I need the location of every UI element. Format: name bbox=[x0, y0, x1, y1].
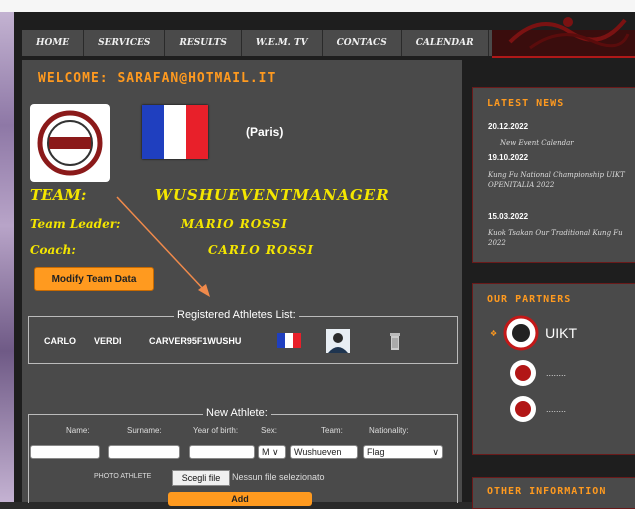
partner-name-2: ........ bbox=[546, 368, 567, 378]
coach-label: Coach: bbox=[30, 243, 76, 257]
sex-select[interactable]: M ∨ bbox=[258, 445, 286, 459]
leader-name: MARIO ROSSI bbox=[181, 217, 288, 231]
nav-calendar[interactable]: CALENDAR bbox=[402, 30, 489, 56]
news-text-1[interactable]: New Event Calendar bbox=[500, 138, 630, 148]
partner-name-1: UIKT bbox=[545, 325, 578, 341]
partner-2[interactable]: ........ bbox=[508, 358, 566, 388]
team-flag bbox=[142, 105, 208, 159]
name-label: Name: bbox=[66, 426, 90, 435]
team-field-label: Team: bbox=[321, 426, 343, 435]
main-nav: HOME SERVICES RESULTS W.E.M. TV CONTACS … bbox=[22, 30, 492, 56]
wem-logo-icon bbox=[37, 110, 103, 176]
year-label: Year of birth: bbox=[193, 426, 239, 435]
news-text-3[interactable]: Kuok Tsakan Our Traditional Kung Fu 2022 bbox=[488, 228, 630, 248]
chevron-down-icon: ∨ bbox=[432, 447, 439, 457]
sex-value: M bbox=[262, 447, 270, 457]
athlete-code: CARVER95F1WUSHU bbox=[149, 336, 242, 346]
file-status: Nessun file selezionato bbox=[232, 472, 325, 482]
welcome-email: SARAFAN@HOTMAIL.IT bbox=[117, 71, 277, 86]
surname-input[interactable] bbox=[108, 445, 180, 459]
choose-file-button[interactable]: Scegli file bbox=[172, 470, 230, 486]
modify-team-button[interactable]: Modify Team Data bbox=[34, 267, 154, 291]
add-athlete-button[interactable]: Add bbox=[168, 492, 312, 506]
nationality-value: Flag bbox=[367, 447, 385, 457]
team-logo bbox=[30, 104, 110, 182]
partner-logo-icon bbox=[510, 396, 536, 422]
flag-stripe-red bbox=[186, 105, 208, 159]
nav-results[interactable]: RESULTS bbox=[165, 30, 242, 56]
name-input[interactable] bbox=[30, 445, 100, 459]
partner-logo-icon bbox=[510, 360, 536, 386]
nav-wem-tv[interactable]: W.E.M. TV bbox=[242, 30, 323, 56]
welcome-line: WELCOME: SARAFAN@HOTMAIL.IT bbox=[38, 71, 276, 86]
photo-athlete-label: PHOTO ATHLETE bbox=[94, 473, 152, 480]
partner-name-3: ........ bbox=[546, 404, 567, 414]
nationality-label: Nationality: bbox=[369, 426, 409, 435]
news-date-3: 15.03.2022 bbox=[488, 212, 529, 221]
team-label: TEAM: bbox=[30, 186, 87, 204]
flag-stripe-blue bbox=[142, 105, 164, 159]
team-input[interactable]: Wushueven bbox=[290, 445, 358, 459]
coach-name: CARLO ROSSI bbox=[208, 243, 315, 257]
other-info-panel: OTHER INFORMATION bbox=[472, 477, 635, 509]
team-name: WUSHUEVENTMANAGER bbox=[155, 186, 390, 204]
nav-services[interactable]: SERVICES bbox=[84, 30, 166, 56]
news-date-1: 20.12.2022 bbox=[488, 122, 529, 131]
news-text-2[interactable]: Kung Fu National Championship UIKT OPENI… bbox=[488, 170, 630, 190]
leader-label: Team Leader: bbox=[30, 217, 121, 231]
welcome-label: WELCOME: bbox=[38, 71, 109, 86]
nationality-select[interactable]: Flag ∨ bbox=[363, 445, 443, 459]
team-city: (Paris) bbox=[246, 125, 284, 139]
athlete-photo-icon[interactable] bbox=[326, 329, 350, 353]
site-logo-icon bbox=[508, 17, 630, 50]
other-info-title: OTHER INFORMATION bbox=[487, 486, 607, 497]
registered-athletes-legend: Registered Athletes List: bbox=[174, 309, 299, 321]
athlete-last-name: VERDI bbox=[94, 336, 122, 346]
news-date-2: 19.10.2022 bbox=[488, 153, 529, 162]
athlete-flag-icon bbox=[277, 333, 301, 348]
partner-uikt[interactable]: ❖ UIKT bbox=[490, 315, 577, 351]
flag-stripe-white bbox=[164, 105, 186, 159]
chevron-down-icon: ∨ bbox=[272, 447, 279, 457]
new-athlete-legend: New Athlete: bbox=[203, 407, 271, 419]
year-input[interactable] bbox=[189, 445, 255, 459]
bullet-icon: ❖ bbox=[490, 328, 498, 338]
delete-athlete-icon[interactable] bbox=[389, 331, 401, 351]
sex-label: Sex: bbox=[261, 426, 278, 435]
athlete-first-name: CARLO bbox=[44, 336, 76, 346]
surname-label: Surname: bbox=[127, 426, 162, 435]
partners-title: OUR PARTNERS bbox=[487, 294, 572, 305]
partner-3[interactable]: ........ bbox=[508, 394, 566, 424]
latest-news-title: LATEST NEWS bbox=[487, 98, 565, 109]
uikt-logo-icon bbox=[503, 315, 539, 351]
nav-contacs[interactable]: CONTACS bbox=[323, 30, 402, 56]
nav-home[interactable]: HOME bbox=[22, 30, 85, 56]
top-strip bbox=[0, 0, 635, 12]
